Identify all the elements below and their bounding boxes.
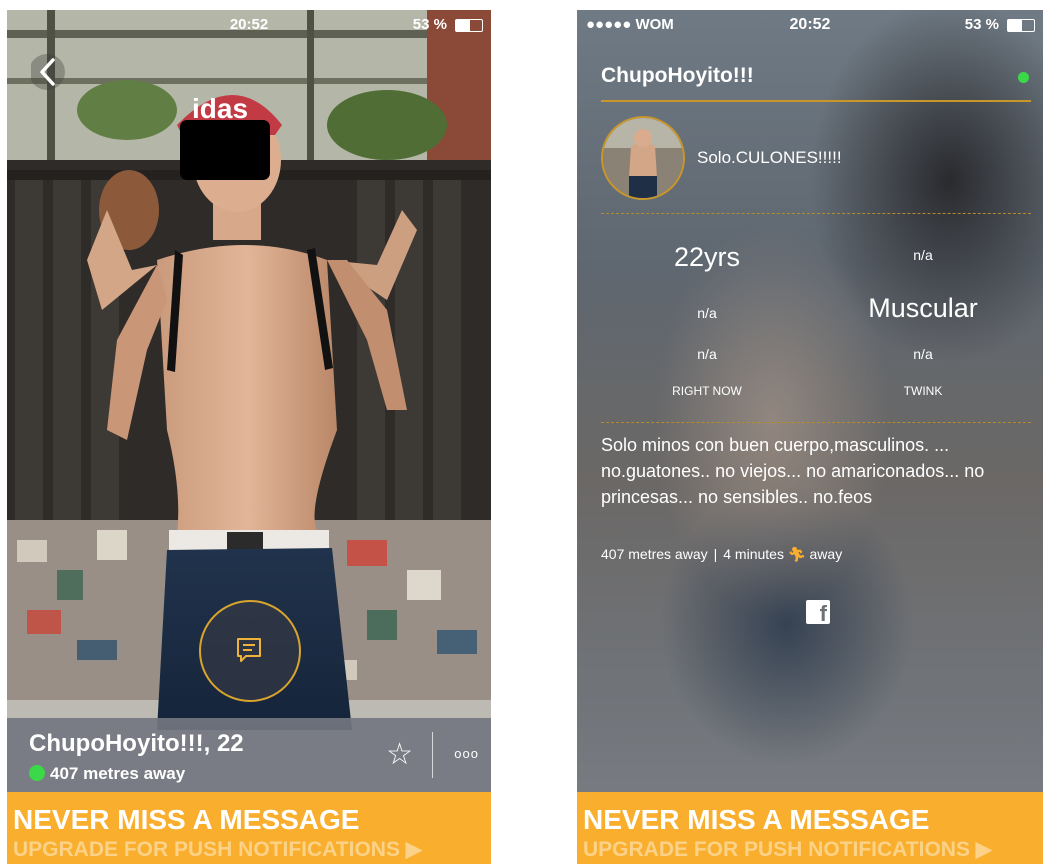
chat-button[interactable] bbox=[199, 600, 301, 702]
profile-details-screen: ●●●●● WOM 20:52 53 % ChupoHoyito!!! Solo… bbox=[577, 10, 1043, 864]
battery-icon bbox=[455, 19, 483, 32]
upgrade-banner[interactable]: NEVER MISS A MESSAGE UPGRADE FOR PUSH NO… bbox=[7, 792, 491, 864]
divider bbox=[432, 732, 433, 778]
online-status-icon bbox=[1018, 72, 1029, 83]
banner-title: NEVER MISS A MESSAGE bbox=[583, 804, 930, 835]
stat-ethnicity: n/a bbox=[697, 346, 717, 362]
dashed-divider bbox=[601, 422, 1031, 423]
distance-text: 407 metres away bbox=[601, 546, 708, 562]
divider bbox=[601, 100, 1031, 102]
status-bar: 20:52 53 % bbox=[7, 10, 491, 38]
back-chevron-icon[interactable] bbox=[29, 52, 67, 92]
stat-tribe: TWINK bbox=[903, 384, 943, 398]
walk-time-suffix: away bbox=[809, 546, 843, 562]
stat-relationship: n/a bbox=[913, 346, 933, 362]
stat-weight: n/a bbox=[697, 305, 717, 321]
distance-row: 407 metres away bbox=[29, 764, 185, 784]
stat-looking-for: RIGHT NOW bbox=[672, 384, 742, 398]
facebook-icon[interactable]: f bbox=[806, 600, 830, 626]
svg-text:idas: idas bbox=[192, 93, 248, 124]
avatar[interactable] bbox=[601, 116, 685, 200]
stat-age: 22yrs bbox=[673, 242, 741, 272]
about-text: Solo minos con buen cuerpo,masculinos. .… bbox=[601, 435, 985, 507]
profile-photo-screen: idas 20:52 53 % ChupoHoyito!!!, 22 407 m… bbox=[7, 10, 491, 864]
chat-bubble-icon bbox=[237, 638, 261, 662]
online-status-icon bbox=[29, 765, 45, 781]
distance-text: 407 metres away bbox=[50, 764, 186, 783]
battery-icon bbox=[1007, 19, 1035, 32]
profile-name-age: ChupoHoyito!!!, 22 bbox=[29, 730, 244, 757]
distance-line: 407 metres away | 4 minutes 🏃︎ away bbox=[601, 546, 843, 562]
banner-title: NEVER MISS A MESSAGE bbox=[13, 804, 360, 835]
banner-subtitle: UPGRADE FOR PUSH NOTIFICATIONS ▶ bbox=[13, 838, 422, 861]
battery-percent: 53 % bbox=[964, 16, 999, 33]
banner-subtitle: UPGRADE FOR PUSH NOTIFICATIONS ▶ bbox=[583, 838, 992, 861]
battery-percent: 53 % bbox=[412, 16, 447, 33]
more-options-button[interactable]: ooo bbox=[454, 746, 479, 761]
stat-height: n/a bbox=[913, 247, 933, 263]
walking-person-icon: 🏃︎ bbox=[787, 546, 806, 562]
status-bar: ●●●●● WOM 20:52 53 % bbox=[577, 10, 1043, 38]
dashed-divider bbox=[601, 213, 1031, 214]
stat-body-type: Muscular bbox=[868, 293, 978, 323]
profile-info-bar: ChupoHoyito!!!, 22 407 metres away ☆ ooo bbox=[7, 718, 491, 792]
favorite-star-icon[interactable]: ☆ bbox=[386, 740, 413, 770]
profile-headline: Solo.CULONES!!!!! bbox=[697, 148, 842, 167]
profile-name: ChupoHoyito!!! bbox=[601, 64, 754, 87]
upgrade-banner[interactable]: NEVER MISS A MESSAGE UPGRADE FOR PUSH NO… bbox=[577, 792, 1043, 864]
walk-time-text: 4 minutes bbox=[723, 546, 784, 562]
